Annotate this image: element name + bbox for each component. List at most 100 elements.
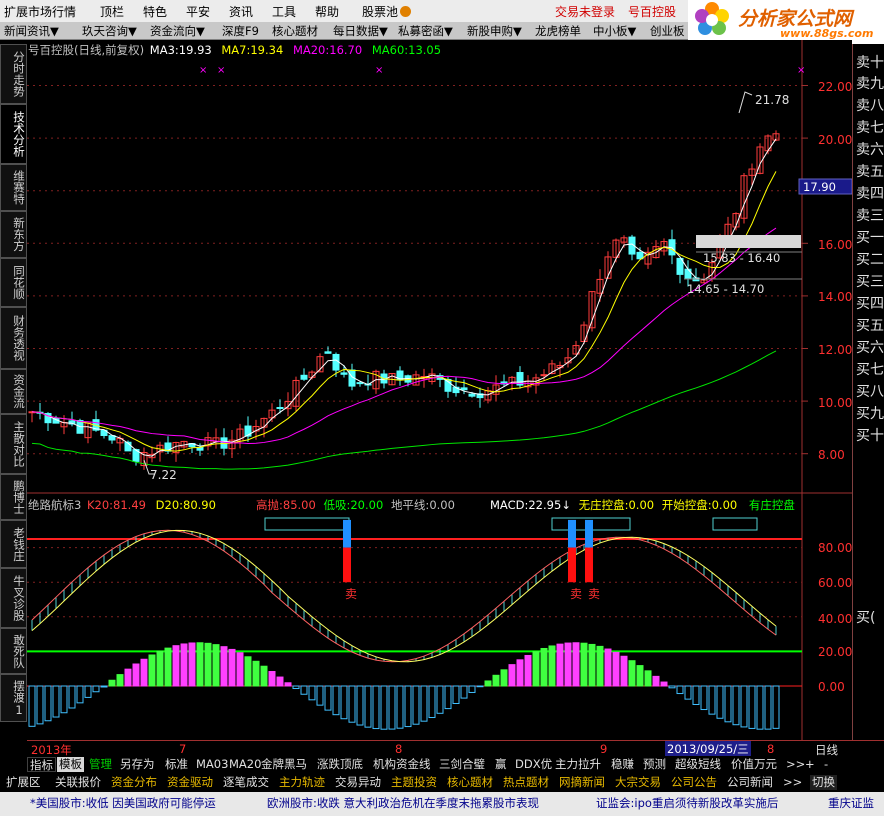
- tab-main-track[interactable]: 主力轨迹: [277, 775, 327, 790]
- tab-laoqianzhuang[interactable]: 老钱庄: [0, 520, 27, 568]
- tab-win[interactable]: 赢: [493, 757, 509, 772]
- tab-web-news[interactable]: 网摘新闻: [557, 775, 607, 790]
- tab-three-swords[interactable]: 三剑合璧: [437, 757, 487, 772]
- toolbar-ipo[interactable]: 新股申购▼: [467, 23, 522, 39]
- ticker-item-4[interactable]: 重庆证监: [828, 795, 874, 811]
- macd-bar: [276, 676, 284, 687]
- tab-trade-anomaly[interactable]: 交易异动: [333, 775, 383, 790]
- tab-indicator[interactable]: 指标: [27, 757, 56, 772]
- tab-capital-drive[interactable]: 资金驱动: [165, 775, 215, 790]
- switch-button[interactable]: 切换: [810, 775, 837, 790]
- tab-top-bottom[interactable]: 涨跌顶底: [315, 757, 365, 772]
- menu-item-tools[interactable]: 工具: [272, 3, 296, 20]
- tab-hot-theme[interactable]: 热点题材: [501, 775, 551, 790]
- tab-ma20[interactable]: MA20: [227, 757, 263, 772]
- tab-standard[interactable]: 标准: [163, 757, 190, 772]
- macd-bar: [148, 654, 156, 687]
- tab-forecast[interactable]: 预测: [641, 757, 668, 772]
- tab-core-theme[interactable]: 核心题材: [445, 775, 495, 790]
- ind-tick-80: 80.00: [818, 541, 853, 555]
- tab-block-trade[interactable]: 大宗交易: [613, 775, 663, 790]
- tab-ddx[interactable]: DDX优: [513, 757, 554, 772]
- toolbar-sme-board[interactable]: 中小板▼: [593, 23, 636, 39]
- tab-announcements[interactable]: 公司公告: [669, 775, 719, 790]
- macd-bar: [164, 647, 172, 687]
- tab-more-2[interactable]: >>: [781, 775, 804, 790]
- toolbar-capital-flow[interactable]: 资金流向▼: [150, 23, 205, 39]
- menu-item-top-bar[interactable]: 顶栏: [100, 3, 124, 20]
- has-control-label: 有庄控盘: [748, 498, 795, 512]
- ma60-label: MA60:: [371, 43, 409, 57]
- tab-value[interactable]: 价值万元: [729, 757, 779, 772]
- tab-gold-horse[interactable]: 金牌黑马: [259, 757, 309, 772]
- macd-bar: [196, 642, 204, 687]
- kline-chart-area[interactable]: × × × × 21.78 7.22 15.83 - 16.40 14.65 - 14…: [27, 40, 852, 740]
- tab-capital-flow[interactable]: 资金流: [0, 369, 27, 414]
- toolbar-dragon-tiger[interactable]: 龙虎榜单: [535, 23, 581, 39]
- indicator-tab-bar: 指标 模板 管理 另存为 标准 MA03 MA20 金牌黑马 涨跌顶底 机构资金…: [0, 756, 884, 773]
- toolbar-core-theme[interactable]: 核心题材: [272, 23, 318, 39]
- tab-save-as[interactable]: 另存为: [118, 757, 157, 772]
- tab-tonghuashun[interactable]: 同花顺: [0, 258, 27, 307]
- macd-arrow-icon: ↓: [561, 498, 571, 512]
- tab-extended-area[interactable]: 扩展区: [4, 775, 43, 790]
- macd-bar: [484, 680, 492, 687]
- y-tick-20: 20.00: [818, 133, 853, 147]
- ticker-item-2[interactable]: 欧洲股市:收跌 意大利政治危机在季度末拖累股市表现: [267, 795, 539, 811]
- stock-pool-menu[interactable]: 股票池: [362, 3, 412, 20]
- tab-main-rally[interactable]: 主力拉升: [553, 757, 603, 772]
- tab-inst-capital[interactable]: 机构资金线: [371, 757, 433, 772]
- tab-template[interactable]: 模板: [57, 757, 84, 772]
- tab-related-quotes[interactable]: 关联报价: [53, 775, 103, 790]
- toolbar-depth-f9[interactable]: 深度F9: [222, 23, 259, 39]
- low-label: 7.22: [150, 468, 177, 482]
- macd-bar: [548, 645, 556, 687]
- menu-item-features[interactable]: 特色: [143, 3, 167, 20]
- tab-gansidui[interactable]: 敢死队: [0, 628, 27, 674]
- tab-super-short[interactable]: 超级短线: [673, 757, 723, 772]
- ask-3: 卖三: [856, 208, 884, 224]
- toolbar-private-letter[interactable]: 私募密函▼: [398, 23, 453, 39]
- toolbar-daily-data[interactable]: 每日数据▼: [333, 23, 388, 39]
- k20-label: K20:: [86, 498, 114, 512]
- toolbar-news[interactable]: 新闻资讯▼: [4, 23, 59, 39]
- menu-item-extended-market[interactable]: 扩展市场行情: [4, 3, 76, 20]
- login-status[interactable]: 交易未登录: [555, 3, 615, 20]
- tab-theme-invest[interactable]: 主题投资: [389, 775, 439, 790]
- tab-pengboshi[interactable]: 鹏博士: [0, 474, 27, 520]
- tab-financial[interactable]: 财务透视: [0, 307, 27, 369]
- macd-bar: [556, 643, 564, 687]
- range-label-1: 15.83 - 16.40: [703, 251, 780, 265]
- bid-1: 买一: [856, 230, 884, 246]
- no-control-value: 0.00: [628, 498, 655, 512]
- ma60-value: 13.05: [408, 43, 442, 57]
- tab-main-retail[interactable]: 主散对比: [0, 414, 27, 474]
- signal-bar-blue: [343, 519, 351, 548]
- tab-weisaite[interactable]: 维赛特: [0, 164, 27, 211]
- tab-manage[interactable]: 管理: [87, 757, 114, 772]
- main-chart-header: 号百控股(日线,前复权) MA3:19.93 MA7:19.34 MA20:16…: [28, 42, 442, 57]
- macd-bar: [236, 652, 244, 687]
- zoom-out-button[interactable]: -: [822, 757, 830, 772]
- toolbar-gem-board[interactable]: 创业板: [650, 23, 685, 39]
- tab-capital-dist[interactable]: 资金分布: [109, 775, 159, 790]
- menu-item-help[interactable]: 帮助: [315, 3, 339, 20]
- macd-bar: [532, 651, 540, 687]
- zoom-in-button[interactable]: +: [803, 757, 817, 772]
- tab-niucha[interactable]: 牛叉诊股: [0, 568, 27, 628]
- toolbar-jiutian[interactable]: 玖天咨询▼: [82, 23, 137, 39]
- cursor-date: 2013/09/25/三: [665, 741, 751, 757]
- tab-new-oriental[interactable]: 新东方: [0, 211, 27, 258]
- tab-company-news[interactable]: 公司新闻: [725, 775, 775, 790]
- tab-ma03[interactable]: MA03: [194, 757, 230, 772]
- tab-steady[interactable]: 稳赚: [609, 757, 636, 772]
- ticker-item-1[interactable]: *美国股市:收低 因美国政府可能停运: [30, 795, 216, 811]
- tab-technical[interactable]: 技术分析: [0, 104, 27, 164]
- macd-bar: [572, 642, 580, 687]
- tab-baidu[interactable]: 摆渡1: [0, 674, 27, 722]
- menu-item-pingan[interactable]: 平安: [186, 3, 210, 20]
- tab-tick-trades[interactable]: 逐笔成交: [221, 775, 271, 790]
- tab-intraday[interactable]: 分时走势: [0, 44, 27, 104]
- ticker-item-3[interactable]: 证监会:ipo重启须待新股改革实施后: [596, 795, 778, 811]
- menu-item-news[interactable]: 资讯: [229, 3, 253, 20]
